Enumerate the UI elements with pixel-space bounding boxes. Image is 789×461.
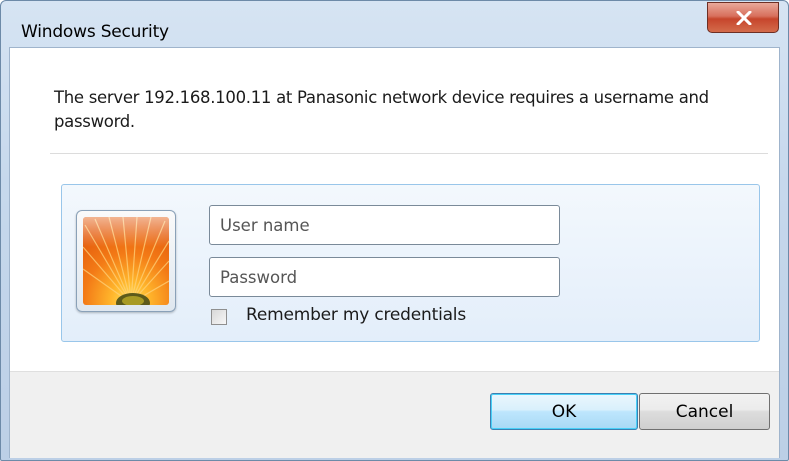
user-account-picture	[76, 210, 176, 312]
separator	[50, 153, 768, 154]
remember-credentials-label[interactable]: Remember my credentials	[246, 305, 466, 325]
cancel-button[interactable]: Cancel	[639, 393, 770, 430]
credential-tile: Remember my credentials	[61, 184, 760, 342]
auth-message: The server 192.168.100.11 at Panasonic n…	[54, 88, 709, 131]
window-title: Windows Security	[21, 22, 169, 42]
close-button[interactable]	[707, 2, 779, 33]
button-bar: OK Cancel	[10, 371, 779, 458]
username-input[interactable]	[209, 205, 560, 245]
windows-security-dialog: Windows Security The server 192.168.100.…	[0, 0, 789, 461]
remember-credentials-checkbox[interactable]	[211, 309, 227, 325]
close-icon	[736, 11, 752, 25]
password-input[interactable]	[209, 257, 560, 297]
ok-button[interactable]: OK	[490, 393, 638, 430]
dialog-body: The server 192.168.100.11 at Panasonic n…	[9, 47, 780, 458]
title-bar[interactable]: Windows Security	[1, 1, 788, 47]
user-account-picture-icon	[83, 217, 169, 305]
